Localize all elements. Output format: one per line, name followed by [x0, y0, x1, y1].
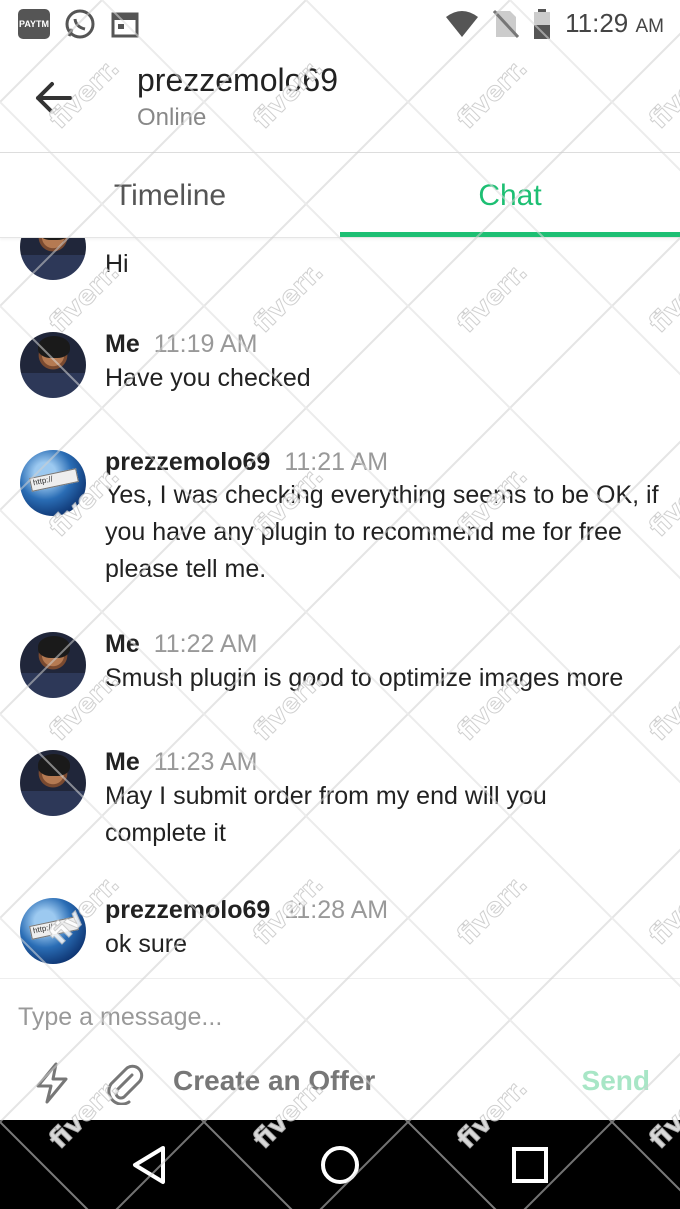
message-item: Me 11:23 AM May I submit order from my en… [0, 746, 680, 866]
create-offer-button[interactable]: Create an Offer [173, 1065, 375, 1097]
message-time: 11:21 AM [284, 448, 389, 476]
message-input[interactable] [18, 997, 658, 1037]
message-author: Me 11:22 AM [105, 630, 258, 658]
message-time: 11:19 AM [153, 330, 258, 358]
message-author: prezzemolo69 11:21 AM [105, 448, 389, 476]
tab-chat[interactable]: Chat [340, 153, 680, 239]
message-author: Me 11:19 AM [105, 330, 258, 358]
message-text: May I submit order from my end will you … [105, 782, 547, 847]
message-time: 11:22 AM [153, 630, 258, 658]
message-author: prezzemolo69 11:28 AM [105, 896, 389, 924]
contact-name: prezzemolo69 [137, 62, 338, 98]
message-item: Me 11:22 AM Smush plugin is good to optim… [0, 628, 680, 718]
globe-url-tag: http:// [29, 916, 79, 940]
message-author: Me 11:23 AM [105, 748, 258, 776]
message-list[interactable]: Hi Me 11:19 AM Have you checked http:// p… [0, 238, 680, 978]
message-text: Yes, I was checking everything seems to … [105, 481, 659, 583]
message-composer: Create an Offer Send [0, 978, 680, 1120]
whatsapp-icon [65, 9, 95, 39]
paytm-icon: PAYTM [18, 9, 50, 39]
send-button[interactable]: Send [582, 1065, 650, 1097]
composer-toolbar: Create an Offer Send [0, 1061, 680, 1111]
recents-nav-icon[interactable] [507, 1142, 553, 1188]
active-tab-indicator [340, 232, 680, 237]
message-text: Smush plugin is good to optimize images … [105, 664, 624, 692]
avatar [20, 238, 86, 280]
message-time: 11:28 AM [284, 896, 389, 924]
home-nav-icon[interactable] [317, 1142, 363, 1188]
avatar: http:// [20, 898, 86, 964]
message-item: Me 11:19 AM Have you checked [0, 328, 680, 428]
quick-response-icon[interactable] [30, 1061, 74, 1105]
battery-icon [534, 8, 551, 39]
contact-status: Online [137, 104, 207, 131]
wifi-icon [446, 10, 479, 37]
avatar [20, 332, 86, 398]
avatar: http:// [20, 450, 86, 516]
status-bar: PAYTM 11:29 AM [0, 0, 680, 48]
attachment-icon[interactable] [102, 1061, 146, 1105]
message-text: Hi [105, 250, 129, 278]
back-nav-icon[interactable] [127, 1142, 173, 1188]
calendar-icon [111, 12, 139, 38]
message-text: ok sure [105, 930, 187, 958]
tab-bar: Timeline Chat [0, 152, 680, 238]
system-nav-bar [0, 1120, 680, 1209]
no-sim-icon [493, 9, 520, 38]
clock: 11:29 AM [565, 8, 664, 38]
globe-url-tag: http:// [29, 468, 79, 492]
message-item: http:// prezzemolo69 11:21 AM Yes, I was … [0, 446, 680, 596]
avatar [20, 632, 86, 698]
back-arrow-icon[interactable] [32, 76, 76, 120]
message-item: Hi [0, 238, 680, 288]
chat-header: prezzemolo69 Online [0, 48, 680, 152]
tab-timeline[interactable]: Timeline [0, 153, 340, 239]
avatar [20, 750, 86, 816]
message-item: http:// prezzemolo69 11:28 AM ok sure [0, 894, 680, 978]
message-time: 11:23 AM [153, 748, 258, 776]
message-text: Have you checked [105, 364, 311, 392]
